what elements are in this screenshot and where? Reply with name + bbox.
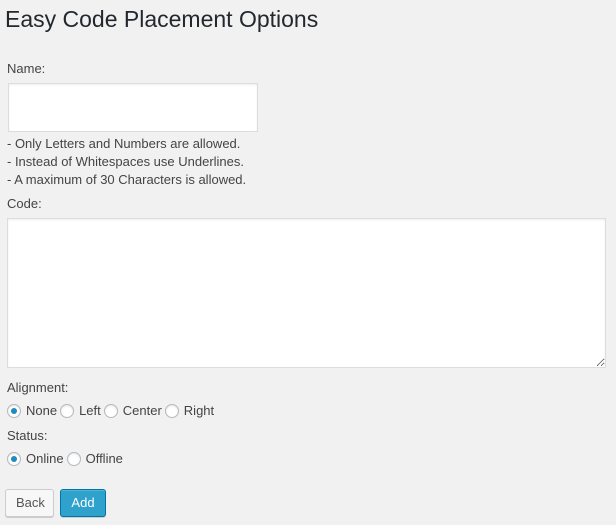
alignment-center-label[interactable]: Center: [123, 403, 162, 419]
alignment-center-radio[interactable]: [103, 404, 118, 418]
alignment-option-right[interactable]: Right: [164, 403, 217, 419]
alignment-right-label[interactable]: Right: [184, 403, 214, 419]
add-button[interactable]: Add: [60, 489, 106, 517]
status-online-radio[interactable]: [7, 452, 21, 466]
alignment-radio-group: None Left Center Right: [7, 402, 217, 420]
alignment-right-radio[interactable]: [164, 404, 179, 418]
alignment-option-left[interactable]: Left: [60, 403, 104, 419]
hint-letters-numbers: - Only Letters and Numbers are allowed.: [7, 136, 241, 151]
page-title: Easy Code Placement Options: [5, 6, 319, 32]
status-offline-label[interactable]: Offline: [86, 451, 123, 467]
status-radio-group: Online Offline: [7, 450, 126, 468]
back-button[interactable]: Back: [5, 489, 54, 517]
alignment-left-radio[interactable]: [60, 404, 75, 418]
status-label: Status:: [7, 428, 48, 443]
alignment-label: Alignment:: [7, 380, 69, 395]
status-option-offline[interactable]: Offline: [66, 451, 126, 467]
status-offline-radio[interactable]: [66, 452, 81, 466]
alignment-left-label[interactable]: Left: [79, 403, 101, 419]
hint-max-characters: - A maximum of 30 Characters is allowed.: [7, 172, 247, 187]
alignment-option-center[interactable]: Center: [103, 403, 165, 419]
status-option-online[interactable]: Online: [7, 451, 67, 467]
code-label: Code:: [7, 196, 42, 211]
alignment-option-none[interactable]: None: [7, 403, 60, 419]
name-hints: - Only Letters and Numbers are allowed. …: [7, 135, 246, 189]
hint-underlines: - Instead of Whitespaces use Underlines.: [7, 154, 245, 169]
alignment-none-label[interactable]: None: [26, 403, 57, 419]
name-label: Name:: [7, 61, 46, 76]
alignment-none-radio[interactable]: [7, 404, 21, 418]
code-textarea[interactable]: [7, 218, 606, 368]
name-input[interactable]: [8, 83, 258, 132]
status-online-label[interactable]: Online: [26, 451, 64, 467]
